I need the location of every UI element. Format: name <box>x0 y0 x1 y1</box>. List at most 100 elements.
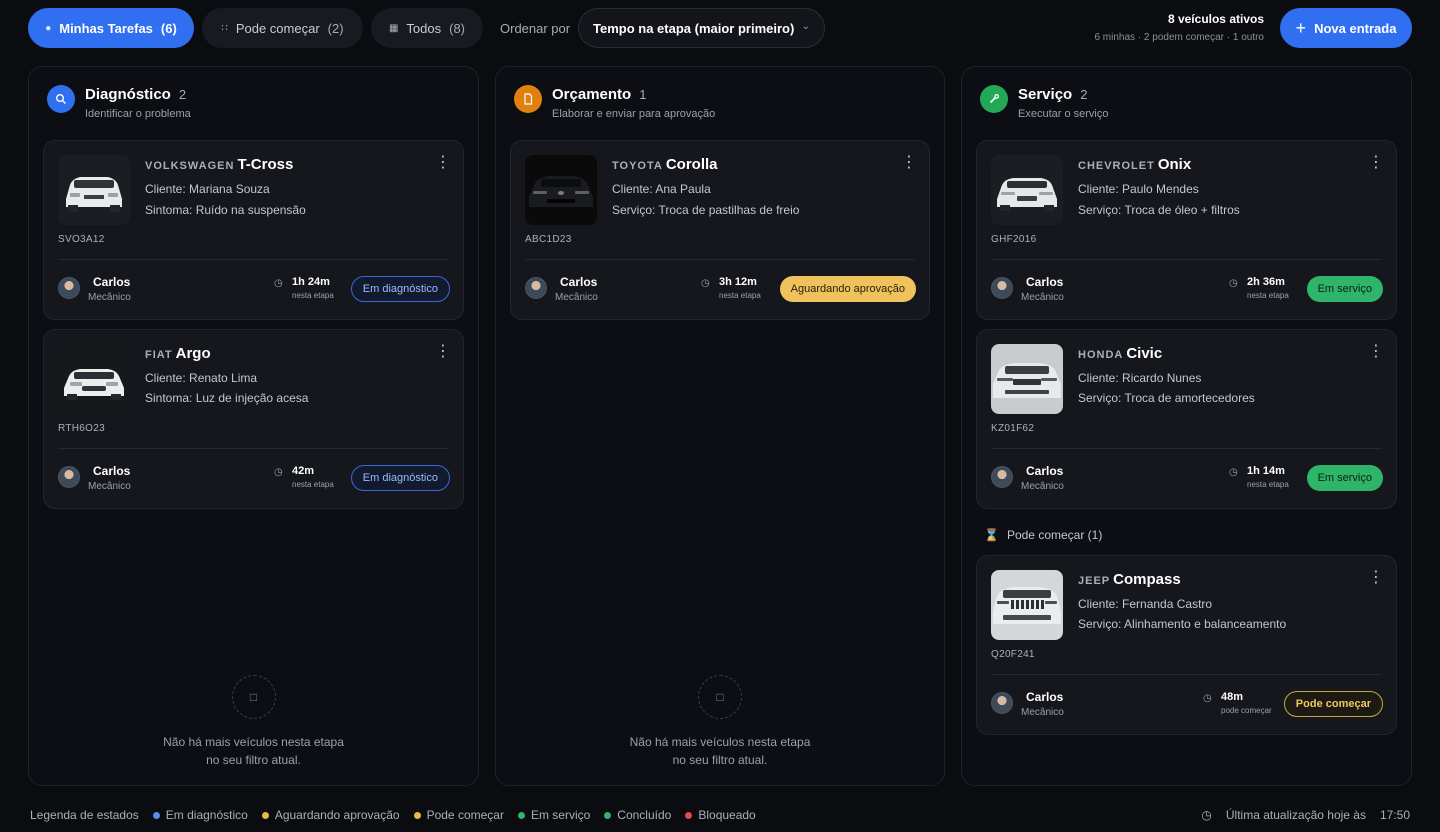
vehicle-title: HONDA Civic <box>1078 345 1162 362</box>
vehicle-photo <box>58 344 130 414</box>
status-badge: Aguardando aprovação <box>779 276 916 302</box>
legend-item: Pode começar <box>413 808 504 822</box>
divider <box>991 448 1382 449</box>
client-name: Cliente: Renato Lima <box>145 371 258 385</box>
sort-select[interactable]: Tempo na etapa (maior primeiro) ⌄ <box>578 8 825 48</box>
client-name: Cliente: Ricardo Nunes <box>1078 371 1202 385</box>
license-plate: KZ01F62 <box>991 423 1035 434</box>
divider <box>58 448 449 449</box>
vehicle-brand: HONDA <box>1078 349 1124 361</box>
start-button[interactable]: Pode começar <box>1283 691 1383 717</box>
mechanic-role: Mecânico <box>88 481 131 492</box>
more-options-icon[interactable]: ⋮ <box>1368 570 1384 586</box>
vehicle-title: JEEP Compass <box>1078 571 1181 588</box>
vehicle-card[interactable]: CHEVROLET Onix Cliente: Paulo Mendes Serv… <box>976 140 1397 320</box>
column-title: Diagnóstico 2 <box>85 86 187 103</box>
clock-icon: ◷ <box>274 467 283 478</box>
more-options-icon[interactable]: ⋮ <box>1368 155 1384 171</box>
more-options-icon[interactable]: ⋮ <box>435 155 451 171</box>
status-dot <box>604 811 612 819</box>
tab-label: Todos <box>406 20 442 36</box>
legend-title: Legenda de estados <box>30 808 139 822</box>
new-entry-button[interactable]: + Nova entrada <box>1280 8 1412 48</box>
column-subtitle: Executar o serviço <box>1018 108 1109 120</box>
status-dot <box>152 811 160 819</box>
mechanic-name: Carlos <box>1026 464 1064 478</box>
license-plate: Q20F241 <box>991 649 1035 660</box>
empty-line: Não há mais veículos nesta etapa <box>629 735 811 749</box>
column-count: 2 <box>1080 87 1088 102</box>
mechanic-role: Mecânico <box>555 292 598 303</box>
sort-value: Tempo na etapa (maior primeiro) <box>593 20 795 36</box>
status-dot <box>685 811 693 819</box>
status-badge: Em diagnóstico <box>350 276 450 302</box>
time-label: nesta etapa <box>1247 480 1289 489</box>
tab-count: (2) <box>327 20 344 36</box>
status-badge: Em serviço <box>1306 465 1383 491</box>
footer: Legenda de estados Em diagnóstico Aguard… <box>30 808 1410 824</box>
grid-icon: ▦ <box>388 22 399 34</box>
column-subtitle: Elaborar e enviar para aprovação <box>552 108 716 120</box>
empty-state: □ Não há mais veículos nesta etapa no se… <box>496 675 944 769</box>
tab-minhas-tarefas[interactable]: ● Minhas Tarefas (6) <box>28 8 194 48</box>
legend-item: Bloqueado <box>685 808 756 822</box>
tab-todos[interactable]: ▦ Todos (8) <box>371 8 483 48</box>
vehicle-photo <box>991 344 1063 414</box>
divider <box>525 259 915 260</box>
mechanic-role: Mecânico <box>1021 292 1064 303</box>
vehicle-model: Argo <box>175 345 211 362</box>
section-title: Pode começar (1) <box>1006 528 1103 542</box>
vehicle-title: TOYOTA Corolla <box>612 156 718 173</box>
active-detail: 6 minhas · 2 podem começar · 1 outro <box>1094 32 1264 43</box>
active-count: 8 veículos ativos <box>1167 12 1264 26</box>
clock-icon: ◷ <box>1203 693 1212 704</box>
last-updated: ◷ Última atualização hoje às 17:50 <box>1201 808 1410 822</box>
license-plate: RTH6O23 <box>58 423 105 434</box>
time-in-stage: 3h 12m <box>719 276 757 288</box>
vehicle-brand: FIAT <box>145 349 173 361</box>
column-count: 1 <box>639 87 647 102</box>
column-servico: Serviço 2 Executar o serviço CHEVROLET Oni… <box>961 66 1412 786</box>
clock-icon: ◷ <box>1229 467 1238 478</box>
empty-line: no seu filtro atual. <box>206 753 301 767</box>
status-dot <box>261 811 269 819</box>
last-updated-label: Última atualização hoje às <box>1225 808 1366 822</box>
column-header: Serviço 2 Executar o serviço <box>980 85 1393 125</box>
vehicle-title: CHEVROLET Onix <box>1078 156 1191 173</box>
tab-count: (6) <box>160 20 177 36</box>
vehicle-card[interactable]: FIAT Argo Cliente: Renato Lima Sintoma: L… <box>43 329 464 509</box>
license-plate: GHF2016 <box>991 234 1037 245</box>
hourglass-icon: ⌛ <box>984 528 999 542</box>
search-icon <box>47 85 75 113</box>
sort-label: Ordenar por <box>500 21 571 36</box>
vehicle-brand: TOYOTA <box>612 160 663 172</box>
vehicle-card[interactable]: JEEP Compass Cliente: Fernanda Castro Ser… <box>976 555 1397 735</box>
vehicle-brand: CHEVROLET <box>1078 160 1155 172</box>
client-name: Cliente: Ana Paula <box>612 182 711 196</box>
user-icon: ● <box>45 22 52 34</box>
empty-line: Não há mais veículos nesta etapa <box>163 735 344 749</box>
clock-icon: ◷ <box>1201 808 1212 822</box>
more-options-icon[interactable]: ⋮ <box>1368 344 1384 360</box>
time-in-stage: 2h 36m <box>1247 276 1285 288</box>
vehicle-model: Civic <box>1126 345 1163 362</box>
avatar <box>525 277 547 299</box>
license-plate: SVO3A12 <box>58 234 105 245</box>
active-summary: 8 veículos ativos 6 minhas · 2 podem com… <box>1094 12 1264 43</box>
section-pode-comecar: ⌛ Pode começar (1) <box>984 528 1102 542</box>
vehicle-brand: VOLKSWAGEN <box>145 160 235 172</box>
time-label: nesta etapa <box>292 291 334 300</box>
client-name: Cliente: Paulo Mendes <box>1078 182 1199 196</box>
time-in-stage: 48m <box>1221 691 1244 703</box>
vehicle-card[interactable]: TOYOTA Corolla Cliente: Ana Paula Serviço… <box>510 140 930 320</box>
mechanic-name: Carlos <box>93 275 131 289</box>
more-options-icon[interactable]: ⋮ <box>901 155 917 171</box>
mechanic-name: Carlos <box>93 464 131 478</box>
tab-pode-comecar[interactable]: ∷ Pode começar (2) <box>202 8 363 48</box>
vehicle-card[interactable]: VOLKSWAGEN T-Cross Cliente: Mariana Souza… <box>43 140 464 320</box>
vehicle-photo <box>58 155 130 225</box>
vehicle-detail: Serviço: Troca de amortecedores <box>1078 391 1255 405</box>
divider <box>991 674 1382 675</box>
vehicle-card[interactable]: HONDA Civic Cliente: Ricardo Nunes Serviç… <box>976 329 1397 509</box>
more-options-icon[interactable]: ⋮ <box>435 344 451 360</box>
